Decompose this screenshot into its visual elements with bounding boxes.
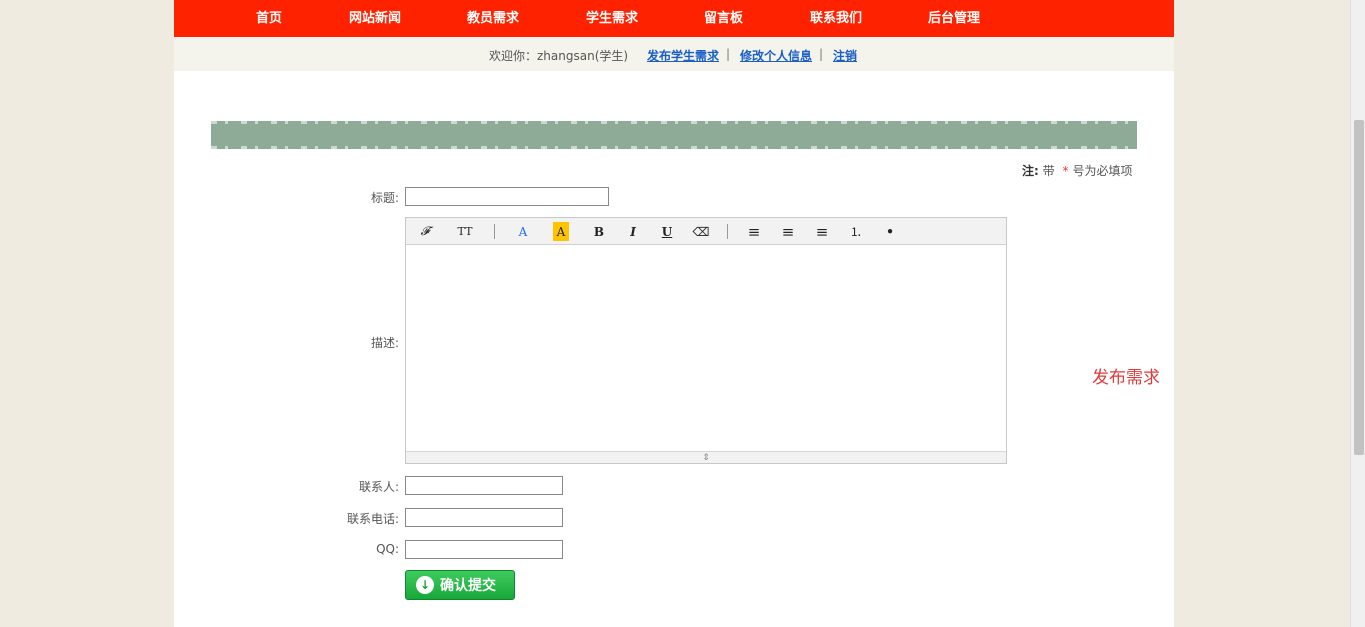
align-right-button[interactable]: ≡	[811, 222, 833, 241]
nav-teacher-demand[interactable]: 教员需求	[467, 0, 519, 37]
decorative-banner	[211, 121, 1137, 149]
note-prefix: 注:	[1022, 164, 1039, 178]
contact-input[interactable]	[405, 476, 563, 495]
scrollbar-thumb[interactable]	[1354, 120, 1364, 455]
download-arrow-icon: ↓	[416, 576, 434, 594]
ordered-list-button[interactable]: ⒈	[845, 222, 867, 241]
editor-toolbar: 𝓕 TT A A B I U ⌫ ≡ ≡ ≡ ⒈ •	[406, 218, 1006, 245]
title-label: 标题:	[370, 191, 399, 205]
submit-button-label: 确认提交	[440, 578, 496, 594]
qq-label: QQ:	[376, 542, 399, 556]
nav-message-board[interactable]: 留言板	[704, 0, 743, 37]
publish-student-demand-link[interactable]: 发布学生需求	[647, 47, 719, 64]
qq-input[interactable]	[405, 540, 563, 559]
nav-contact-us[interactable]: 联系我们	[810, 0, 862, 37]
font-size-button[interactable]: TT	[454, 222, 476, 241]
editor-content-area[interactable]	[406, 245, 1006, 451]
contact-label: 联系人:	[358, 480, 399, 494]
welcome-bar: 欢迎你：zhangsan(学生) 发布学生需求 | 修改个人信息 | 注销	[174, 37, 1174, 71]
separator: |	[726, 47, 731, 61]
required-star: *	[1062, 164, 1069, 178]
top-nav: 首页 网站新闻 教员需求 学生需求 留言板 联系我们 后台管理	[174, 0, 1174, 37]
submit-button[interactable]: ↓ 确认提交	[405, 570, 515, 600]
bold-button[interactable]: B	[588, 222, 610, 241]
nav-news[interactable]: 网站新闻	[349, 0, 401, 37]
font-color-button[interactable]: A	[512, 222, 534, 241]
note-middle: 带	[1042, 164, 1055, 178]
phone-input[interactable]	[405, 508, 563, 527]
logout-link[interactable]: 注销	[833, 47, 857, 64]
separator: |	[819, 47, 824, 61]
align-left-button[interactable]: ≡	[743, 222, 765, 241]
publish-demand-heading: 发布需求	[1092, 368, 1160, 388]
toolbar-divider	[727, 224, 728, 239]
toolbar-divider	[494, 224, 495, 239]
edit-profile-link[interactable]: 修改个人信息	[740, 47, 812, 64]
font-family-button[interactable]: 𝓕	[414, 222, 436, 241]
align-center-button[interactable]: ≡	[777, 222, 799, 241]
nav-admin[interactable]: 后台管理	[928, 0, 980, 37]
underline-button[interactable]: U	[656, 222, 678, 241]
description-label: 描述:	[370, 336, 399, 350]
rich-text-editor: 𝓕 TT A A B I U ⌫ ≡ ≡ ≡ ⒈ • ⇕	[405, 217, 1007, 464]
required-note: 注: 带 * 号为必填项	[1022, 162, 1133, 179]
welcome-text: 欢迎你：zhangsan(学生)	[489, 49, 629, 63]
note-suffix: 号为必填项	[1072, 164, 1133, 178]
eraser-icon[interactable]: ⌫	[690, 222, 712, 241]
nav-student-demand[interactable]: 学生需求	[586, 0, 638, 37]
background-color-button[interactable]: A	[553, 222, 569, 241]
nav-home[interactable]: 首页	[256, 0, 282, 37]
italic-button[interactable]: I	[622, 222, 644, 241]
page-container: 首页 网站新闻 教员需求 学生需求 留言板 联系我们 后台管理 欢迎你：zhan…	[174, 0, 1174, 627]
resize-icon: ⇕	[702, 452, 710, 463]
title-input[interactable]	[405, 187, 609, 206]
page-scrollbar[interactable]	[1350, 0, 1365, 627]
phone-label: 联系电话:	[346, 512, 399, 526]
editor-resize-handle[interactable]: ⇕	[406, 451, 1006, 463]
unordered-list-button[interactable]: •	[879, 222, 901, 241]
